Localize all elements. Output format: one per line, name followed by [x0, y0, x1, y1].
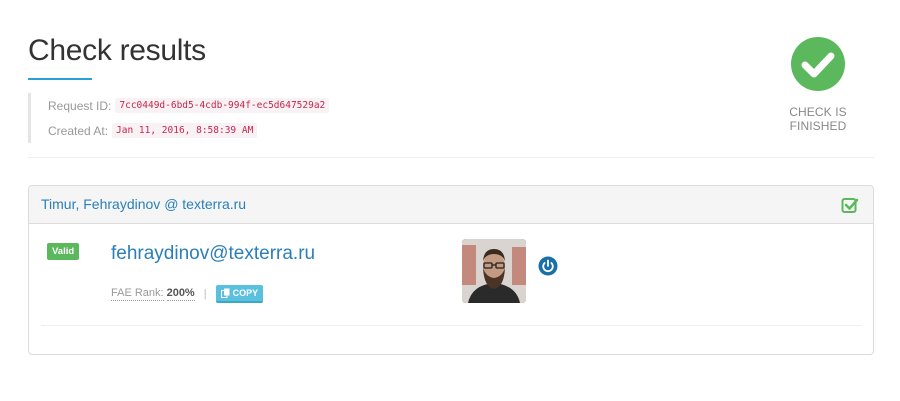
created-at-label: Created At:: [48, 123, 109, 138]
email-address[interactable]: fehraydinov@texterra.ru: [111, 243, 315, 265]
page-title: Check results: [28, 34, 206, 67]
title-underline: [28, 78, 92, 80]
avatar[interactable]: [462, 239, 526, 303]
created-at-value: Jan 11, 2016, 8:58:39 AM: [112, 123, 258, 138]
check-circle-icon: [791, 37, 845, 91]
valid-badge: Valid: [47, 243, 80, 260]
request-id-value: 7cc0449d-6bd5-4cdb-994f-ec5d647529a2: [115, 98, 330, 113]
fae-rank-value: 200%: [166, 287, 195, 301]
request-id-row: Request ID: 7cc0449d-6bd5-4cdb-994f-ec5d…: [48, 93, 330, 118]
profile-photo: [462, 239, 526, 303]
result-panel-header: Timur, Fehraydinov @ texterra.ru: [29, 186, 873, 224]
copy-button[interactable]: COPY: [215, 285, 264, 303]
created-at-row: Created At: Jan 11, 2016, 8:58:39 AM: [48, 118, 329, 143]
copy-button-label: COPY: [232, 288, 259, 298]
copy-icon: [220, 288, 230, 298]
fae-rank: FAE Rank: 200% | COPY: [111, 285, 264, 303]
request-id-label: Request ID:: [48, 98, 112, 113]
rank-separator: |: [203, 288, 207, 300]
fae-rank-label: FAE Rank:: [111, 287, 164, 301]
checkbox-checked-icon: [841, 198, 859, 213]
divider: [28, 157, 874, 158]
check-status: CHECK IS FINISHED: [760, 36, 876, 133]
power-icon[interactable]: [538, 256, 558, 276]
result-panel: Timur, Fehraydinov @ texterra.ru Valid f…: [28, 185, 874, 355]
panel-divider: [41, 325, 861, 326]
request-meta: Request ID: 7cc0449d-6bd5-4cdb-994f-ec5d…: [28, 93, 330, 143]
status-text: CHECK IS FINISHED: [789, 105, 847, 133]
result-title[interactable]: Timur, Fehraydinov @ texterra.ru: [41, 196, 246, 212]
